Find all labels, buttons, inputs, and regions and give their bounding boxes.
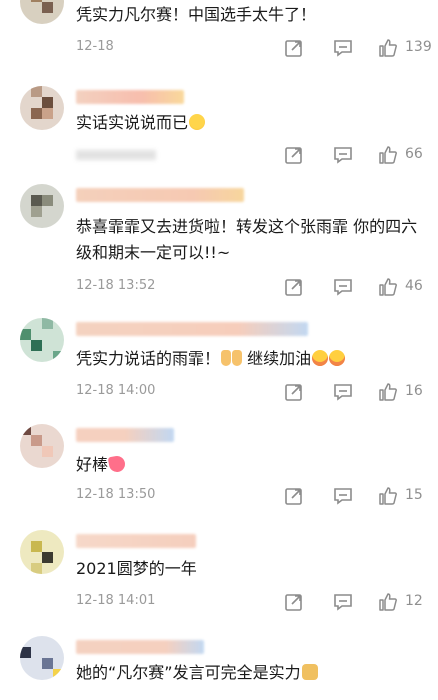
comment-icon[interactable] (333, 486, 353, 506)
comment-icon[interactable] (333, 382, 353, 402)
username-blurred[interactable] (76, 188, 244, 202)
comment-time: 12-18 14:00 (76, 383, 156, 398)
share-icon[interactable] (284, 382, 304, 402)
comment-icon[interactable] (333, 38, 353, 58)
thumbs-emoji-icon (232, 350, 243, 366)
avatar[interactable] (20, 636, 64, 680)
comment-text: 实话实说说而已 (76, 110, 421, 136)
comment-text: 恭喜霏霏又去进货啦！转发这个张雨霏 你的四六级和期末一定可以!!~ (76, 217, 418, 262)
comment-item: 她的“凡尔赛”发言可完全是实力 (0, 636, 438, 700)
like-count: 16 (405, 383, 423, 399)
emoji-icon (189, 114, 206, 130)
like-count: 66 (405, 146, 423, 162)
comment-item: 恭喜霏霏又去进货啦！转发这个张雨霏 你的四六级和期末一定可以!!~ 12-18 … (0, 184, 438, 299)
share-icon[interactable] (284, 145, 304, 165)
thumbs-up-icon[interactable] (378, 277, 398, 297)
thumbs-up-icon[interactable] (378, 382, 398, 402)
comment-text: 2021圆梦的一年 (76, 559, 197, 578)
comment-text: 好棒 (76, 452, 421, 478)
emoji-icon (329, 350, 346, 366)
username-blurred[interactable] (76, 640, 204, 654)
comment-icon[interactable] (333, 592, 353, 612)
thumbs-up-icon[interactable] (378, 38, 398, 58)
thumbs-up-icon[interactable] (378, 592, 398, 612)
comment-text: 凭实力说话的雨霏！ 继续加油 (76, 346, 421, 372)
like-count: 139 (405, 39, 432, 55)
avatar[interactable] (20, 424, 64, 468)
emoji-icon (312, 350, 329, 366)
comment-icon[interactable] (333, 145, 353, 165)
comment-item: 凭实力凡尔赛！中国选手太牛了！ 12-18 139 (0, 0, 438, 58)
comment-feed: 凭实力凡尔赛！中国选手太牛了！ 12-18 139 实话实说说而已 66 恭喜霏… (0, 0, 438, 700)
comment-time: 12-18 (76, 39, 114, 54)
share-icon[interactable] (284, 486, 304, 506)
share-icon[interactable] (284, 277, 304, 297)
thumbs-emoji-icon (221, 350, 232, 366)
share-icon[interactable] (284, 592, 304, 612)
avatar[interactable] (20, 0, 64, 24)
username-blurred[interactable] (76, 90, 184, 104)
avatar[interactable] (20, 530, 64, 574)
like-count: 46 (405, 278, 423, 294)
avatar[interactable] (20, 184, 64, 228)
dog-emoji-icon (301, 664, 318, 680)
comment-item: 好棒 12-18 13:50 15 (0, 424, 438, 506)
comment-text: 她的“凡尔赛”发言可完全是实力 (76, 660, 421, 686)
comment-item: 实话实说说而已 66 (0, 86, 438, 166)
comment-time: 12-18 13:52 (76, 278, 156, 293)
comment-time: 12-18 13:50 (76, 487, 156, 502)
username-blurred[interactable] (76, 534, 196, 548)
comment-icon[interactable] (333, 277, 353, 297)
share-icon[interactable] (284, 38, 304, 58)
comment-item: 2021圆梦的一年 12-18 14:01 12 (0, 530, 438, 612)
thumbs-up-icon[interactable] (378, 486, 398, 506)
avatar[interactable] (20, 318, 64, 362)
username-blurred[interactable] (76, 428, 174, 442)
thumbs-up-icon[interactable] (378, 145, 398, 165)
avatar[interactable] (20, 86, 64, 130)
like-count: 15 (405, 487, 423, 503)
comment-text: 凭实力凡尔赛！中国选手太牛了！ (76, 5, 317, 24)
like-count: 12 (405, 593, 423, 609)
username-blurred[interactable] (76, 322, 308, 336)
comment-time: 12-18 14:01 (76, 593, 156, 608)
comment-item: 凭实力说话的雨霏！ 继续加油 12-18 14:00 16 (0, 318, 438, 403)
heart-emoji-icon (107, 454, 127, 474)
